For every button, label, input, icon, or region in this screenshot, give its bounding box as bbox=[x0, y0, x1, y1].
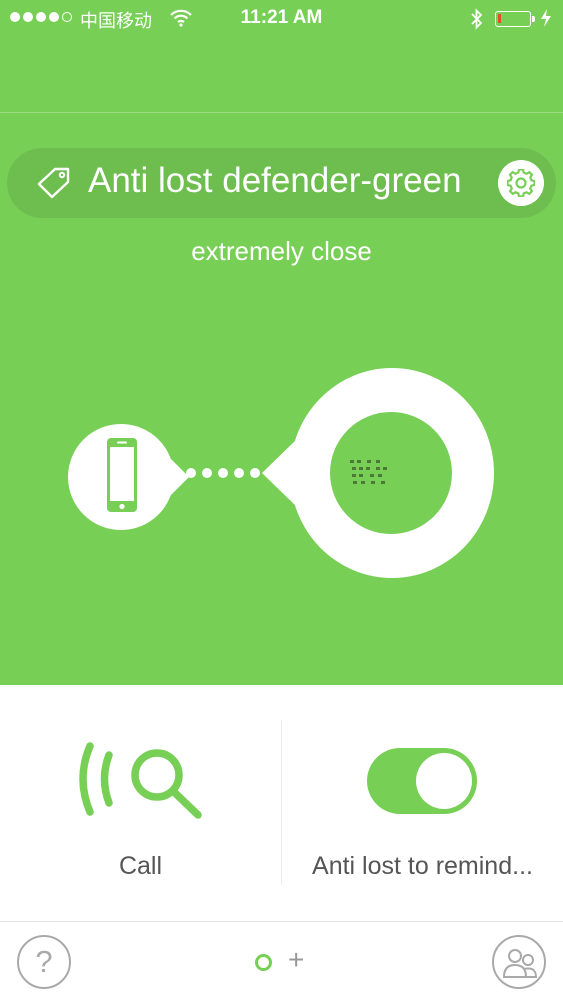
page-indicator-dot[interactable] bbox=[255, 954, 272, 971]
action-panel: Call Anti lost to remind... bbox=[0, 685, 563, 921]
status-bar: 中国移动 11:21 AM bbox=[0, 0, 563, 38]
phone-bubble bbox=[68, 424, 189, 530]
help-icon: ? bbox=[35, 944, 53, 979]
anti-lost-remind-section: Anti lost to remind... bbox=[282, 685, 563, 921]
call-label: Call bbox=[118, 852, 163, 880]
tracker-logo-icon bbox=[350, 460, 387, 484]
settings-button[interactable] bbox=[498, 160, 544, 206]
anti-lost-remind-label: Anti lost to remind... bbox=[312, 852, 533, 880]
toggle-knob bbox=[416, 753, 472, 809]
header-divider bbox=[0, 112, 563, 113]
connection-dots bbox=[186, 468, 260, 478]
battery-icon bbox=[495, 11, 535, 27]
call-search-icon bbox=[79, 742, 202, 819]
tag-icon bbox=[37, 167, 70, 199]
call-button[interactable]: Call bbox=[0, 685, 281, 921]
bottom-bar: ? + bbox=[0, 921, 563, 1000]
distance-status: extremely close bbox=[191, 236, 372, 266]
tracker-device-core bbox=[330, 412, 452, 534]
bluetooth-icon bbox=[471, 8, 483, 30]
help-button[interactable]: ? bbox=[17, 935, 71, 989]
charging-icon bbox=[541, 9, 551, 27]
tracker-device-icon bbox=[262, 368, 494, 578]
anti-lost-toggle[interactable] bbox=[367, 748, 477, 814]
device-name-bar[interactable]: Anti lost defender-green bbox=[7, 148, 556, 218]
device-name: Anti lost defender-green bbox=[88, 161, 462, 200]
users-button[interactable] bbox=[492, 935, 546, 989]
gear-icon bbox=[507, 169, 535, 197]
phone-icon bbox=[107, 438, 137, 512]
users-icon bbox=[502, 949, 538, 978]
add-device-button[interactable]: + bbox=[288, 944, 304, 976]
main-panel: 中国移动 11:21 AM Anti lost defender-green e… bbox=[0, 0, 563, 685]
